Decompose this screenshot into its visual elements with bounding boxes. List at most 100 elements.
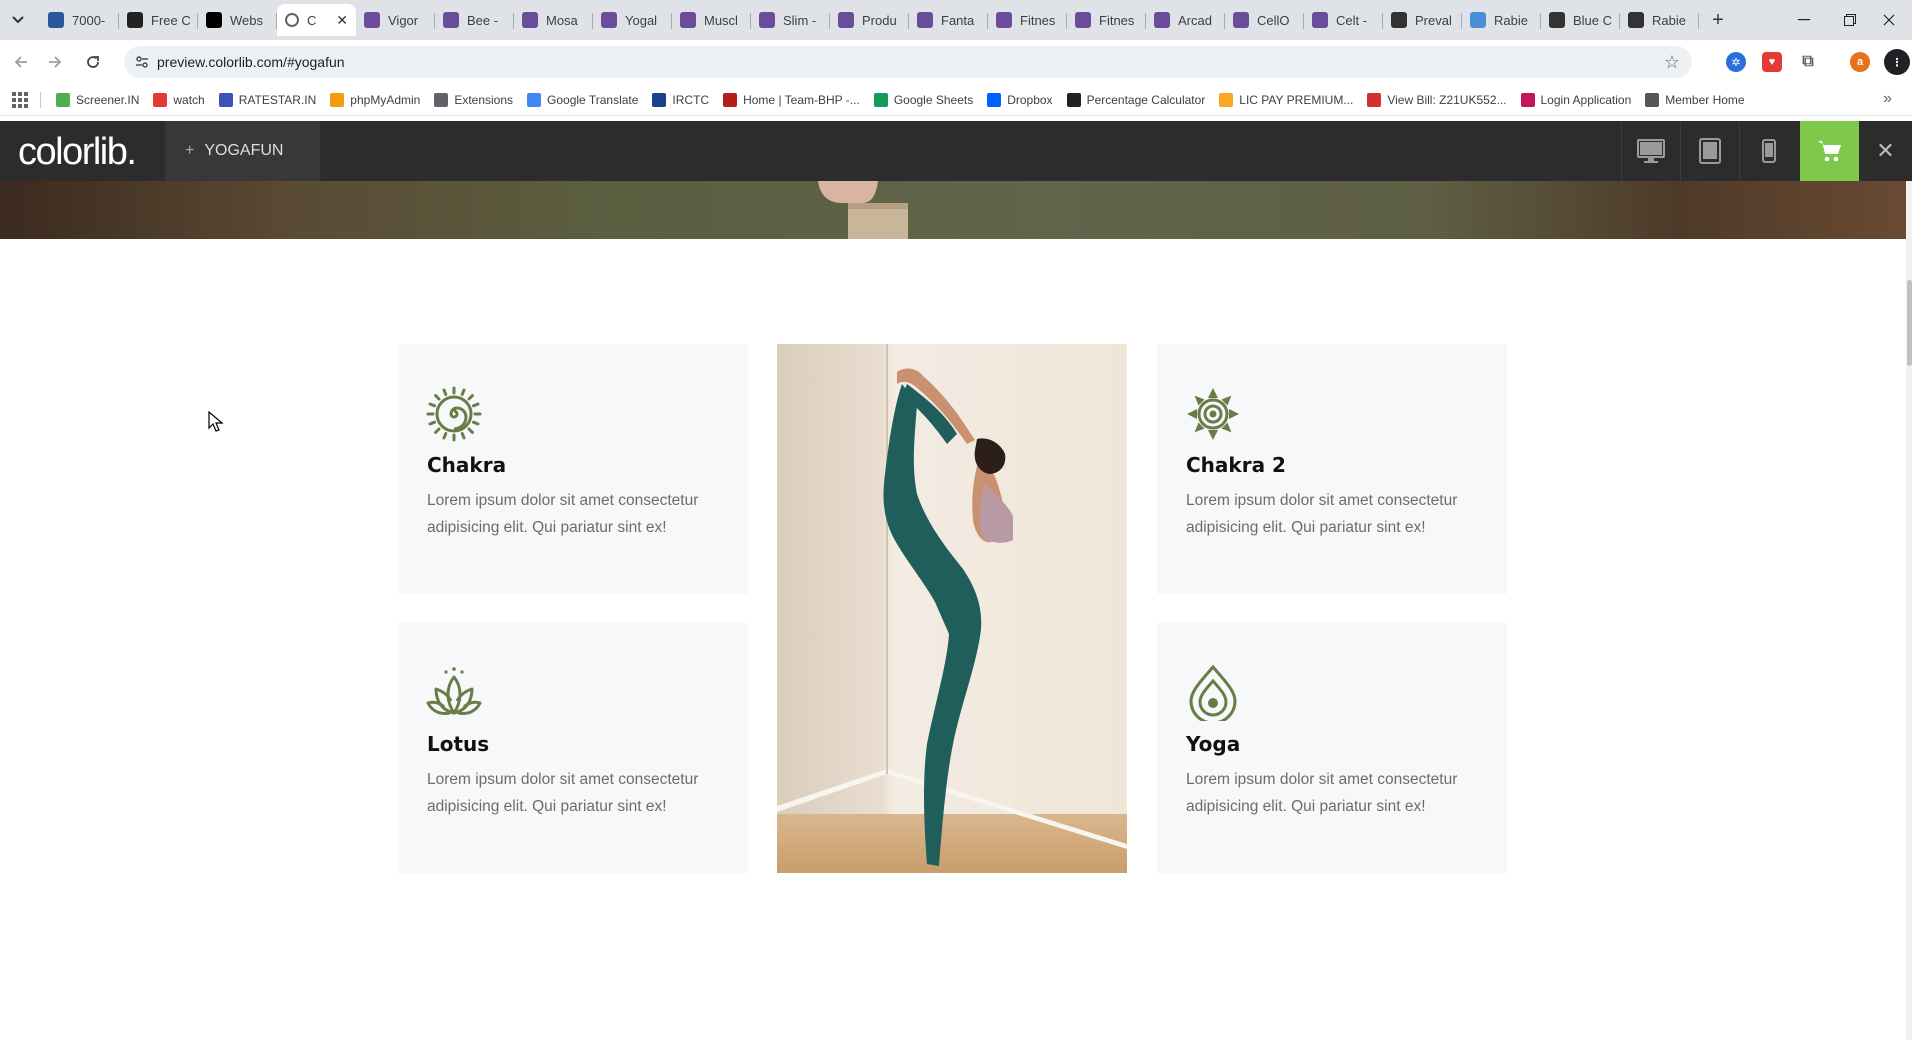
bookmark-item[interactable]: Screener.IN — [56, 93, 139, 107]
colorlib-icon — [1233, 12, 1249, 28]
tab-title: Celt - — [1336, 12, 1368, 28]
bookmark-item[interactable]: Extensions — [434, 93, 513, 107]
adblock-icon[interactable]: ♥ — [1762, 52, 1782, 72]
bookmark-item[interactable]: Dropbox — [987, 93, 1053, 107]
browser-tab[interactable]: Webs — [198, 4, 277, 36]
address-bar[interactable]: preview.colorlib.com/#yogafun ☆ — [124, 46, 1692, 78]
bookmark-favicon-icon — [1520, 93, 1535, 107]
tab-close-icon[interactable]: ✕ — [336, 12, 348, 29]
scrollbar-thumb[interactable] — [1907, 280, 1912, 366]
browser-tab[interactable]: Celt - — [1304, 4, 1383, 36]
tab-search-icon[interactable] — [6, 8, 30, 32]
bookmark-item[interactable]: LIC PAY PREMIUM... — [1219, 93, 1353, 107]
lotus-icon — [426, 667, 482, 715]
browser-toolbar: preview.colorlib.com/#yogafun ☆ ✲ ♥ ⧉ a … — [0, 40, 1912, 84]
browser-tab[interactable]: Blue C — [1541, 4, 1620, 36]
openai-icon — [1628, 12, 1644, 28]
cart-icon[interactable] — [1800, 121, 1859, 181]
colorlib-icon — [522, 12, 538, 28]
new-tab-icon[interactable]: + — [1706, 8, 1730, 32]
profile-avatar[interactable]: a — [1850, 52, 1870, 72]
minimize-icon[interactable] — [1781, 0, 1827, 40]
bookmark-list: Screener.IN watch RATESTAR.IN phpMyAdmin Ext… — [56, 84, 1759, 116]
bookmark-favicon-icon — [1367, 93, 1382, 107]
reload-icon[interactable] — [81, 50, 105, 74]
bookmark-item[interactable]: Login Application — [1520, 93, 1631, 107]
browser-tab[interactable]: Slim - — [751, 4, 830, 36]
menu-kebab-icon[interactable]: ⋮ — [1884, 49, 1910, 75]
bookmark-item[interactable]: Home | Team-BHP -... — [723, 93, 860, 107]
colorlib-logo[interactable]: colorlib. — [18, 131, 137, 174]
theme-switcher[interactable]: + YOGAFUN — [165, 121, 320, 181]
bookmark-divider — [40, 92, 41, 108]
bookmark-item[interactable]: phpMyAdmin — [330, 93, 420, 107]
browser-tab[interactable]: Arcad — [1146, 4, 1225, 36]
browser-tab[interactable]: Mosa — [514, 4, 593, 36]
browser-tab[interactable]: CellO — [1225, 4, 1304, 36]
colorlib-icon — [917, 12, 933, 28]
bookmark-label: Google Sheets — [893, 93, 974, 107]
wikipedia-icon — [1549, 12, 1565, 28]
browser-tab[interactable]: Free C — [119, 4, 198, 36]
feature-card-yoga: Yoga Lorem ipsum dolor sit amet consecte… — [1157, 623, 1507, 873]
card-title: Chakra 2 — [1186, 453, 1286, 477]
bookmark-item[interactable]: watch — [153, 93, 205, 107]
back-icon[interactable] — [9, 50, 33, 74]
browser-tab[interactable]: Rabie — [1620, 4, 1699, 36]
browser-tab[interactable]: Muscl — [672, 4, 751, 36]
more-bookmarks-icon[interactable]: » — [1883, 90, 1892, 108]
browser-tab[interactable]: Fitnes — [1067, 4, 1146, 36]
bookmark-item[interactable]: IRCTC — [652, 93, 709, 107]
tab-title: Vigor — [388, 12, 419, 28]
card-title: Chakra — [427, 453, 507, 477]
close-preview-icon[interactable]: ✕ — [1859, 121, 1912, 181]
extension-icon[interactable]: ✲ — [1726, 52, 1746, 72]
site-info-icon[interactable] — [134, 54, 150, 70]
bookmark-item[interactable]: RATESTAR.IN — [218, 93, 316, 107]
browser-tab[interactable]: Preval — [1383, 4, 1462, 36]
hero-image-bottom — [0, 181, 1906, 239]
tab-title: CellO — [1257, 12, 1290, 28]
card-description: Lorem ipsum dolor sit amet consectetur a… — [427, 771, 699, 815]
bookmark-favicon-icon — [218, 93, 233, 107]
mobile-view-icon[interactable] — [1739, 121, 1798, 181]
apps-grid-icon[interactable] — [12, 92, 28, 108]
bookmark-item[interactable]: View Bill: Z21UK552... — [1367, 93, 1507, 107]
bookmark-item[interactable]: Google Translate — [527, 93, 638, 107]
tab-title: Fitnes — [1020, 12, 1056, 28]
browser-tab[interactable]: Vigor — [356, 4, 435, 36]
bookmark-item[interactable]: Percentage Calculator — [1066, 93, 1206, 107]
yoga-woman-image — [777, 344, 1127, 873]
bookmark-favicon-icon — [153, 93, 168, 107]
tab-title: Rabie — [1494, 12, 1528, 28]
tab-title: Yogal — [625, 12, 658, 28]
sun-spiral-icon — [426, 386, 482, 442]
url-text[interactable]: preview.colorlib.com/#yogafun — [157, 54, 345, 70]
desktop-view-icon[interactable] — [1621, 121, 1680, 181]
extensions-puzzle-icon[interactable]: ⧉ — [1798, 52, 1818, 72]
browser-tab[interactable]: 7000- — [40, 4, 119, 36]
bookmark-item[interactable]: Google Sheets — [873, 93, 974, 107]
tab-list: 7000- Free C Webs C ✕ Vigor Bee - Mosa Yogal Musc… — [40, 4, 1699, 36]
browser-tab[interactable]: Yogal — [593, 4, 672, 36]
browser-tab[interactable]: Produ — [830, 4, 909, 36]
bookmark-label: LIC PAY PREMIUM... — [1239, 93, 1354, 107]
tab-strip: 7000- Free C Webs C ✕ Vigor Bee - Mosa Yogal Musc… — [0, 0, 1912, 40]
forward-icon[interactable] — [43, 50, 67, 74]
tab-title: Produ — [862, 12, 897, 28]
browser-tab[interactable]: Fitnes — [988, 4, 1067, 36]
browser-tab[interactable]: C ✕ — [277, 4, 356, 36]
browser-tab[interactable]: Fanta — [909, 4, 988, 36]
card-description: Lorem ipsum dolor sit amet consectetur a… — [1186, 492, 1458, 536]
bookmark-item[interactable]: Member Home — [1645, 93, 1745, 107]
plus-icon: + — [185, 142, 195, 159]
bookmark-favicon-icon — [1645, 93, 1660, 107]
colorlib-icon — [364, 12, 380, 28]
close-window-icon[interactable] — [1866, 0, 1912, 40]
bookmark-label: Percentage Calculator — [1086, 93, 1206, 107]
bookmark-star-icon[interactable]: ☆ — [1664, 52, 1680, 73]
browser-tab[interactable]: Bee - — [435, 4, 514, 36]
browser-tab[interactable]: Rabie — [1462, 4, 1541, 36]
tablet-view-icon[interactable] — [1680, 121, 1739, 181]
tab-title: Fitnes — [1099, 12, 1135, 28]
